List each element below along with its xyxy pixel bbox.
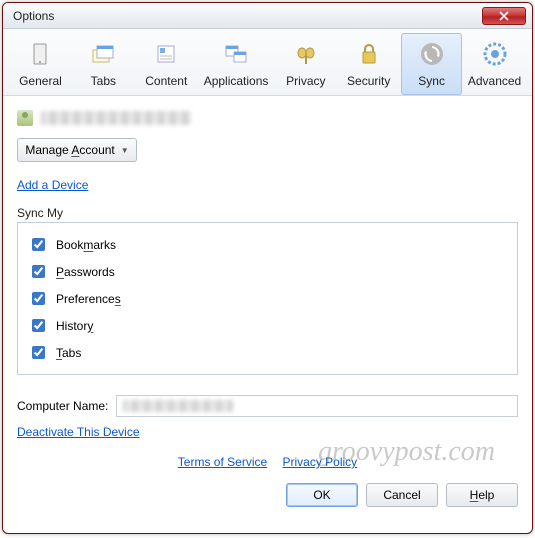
checkbox-passwords[interactable] [32,265,45,278]
tabs-icon [87,38,119,70]
tab-general[interactable]: General [10,33,71,95]
ok-button[interactable]: OK [286,483,358,507]
account-row [17,110,518,126]
chevron-down-icon: ▼ [121,146,129,155]
applications-icon [220,38,252,70]
checkbox-preferences[interactable] [32,292,45,305]
checkbox-history[interactable] [32,319,45,332]
terms-of-service-link[interactable]: Terms of Service [178,455,267,469]
checkbox-tabs[interactable] [32,346,45,359]
label-passwords[interactable]: Passwords [56,265,115,279]
privacy-icon [290,38,322,70]
account-name-redacted [41,111,191,125]
category-toolbar: General Tabs Content Applications Privac… [3,29,532,96]
tab-applications[interactable]: Applications [199,33,274,95]
privacy-policy-link[interactable]: Privacy Policy [283,455,358,469]
computer-name-label: Computer Name: [17,399,108,413]
label-tabs[interactable]: Tabs [56,346,81,360]
sync-panel: Manage Account ▼ Add a Device Sync My Bo… [3,96,532,533]
policy-links: Terms of Service Privacy Policy [17,455,518,469]
tab-advanced[interactable]: Advanced [464,33,525,95]
avatar [17,110,33,126]
tab-tabs[interactable]: Tabs [73,33,134,95]
security-icon [353,38,385,70]
label-preferences[interactable]: Preferences [56,292,121,306]
window-title: Options [13,9,482,23]
options-window: Options General Tabs Content [2,2,533,534]
deactivate-device-link[interactable]: Deactivate This Device [17,425,140,439]
content-icon [150,38,182,70]
label-bookmarks[interactable]: Bookmarks [56,238,116,252]
sync-items-box: Bookmarks Passwords Preferences History … [17,222,518,375]
tab-sync[interactable]: Sync [401,33,462,95]
computer-name-redacted [123,400,233,412]
tab-content[interactable]: Content [136,33,197,95]
cancel-button[interactable]: Cancel [366,483,438,507]
sync-icon [416,38,448,70]
label-history[interactable]: History [56,319,93,333]
manage-account-button[interactable]: Manage Account ▼ [17,138,137,162]
advanced-icon [479,38,511,70]
close-button[interactable] [482,7,526,25]
tab-privacy[interactable]: Privacy [275,33,336,95]
computer-name-input[interactable] [116,395,518,417]
close-icon [499,11,509,21]
add-device-link[interactable]: Add a Device [17,178,88,192]
help-button[interactable]: Help [446,483,518,507]
tab-security[interactable]: Security [338,33,399,95]
sync-my-label: Sync My [17,206,518,220]
general-icon [24,38,56,70]
checkbox-bookmarks[interactable] [32,238,45,251]
titlebar: Options [3,3,532,29]
